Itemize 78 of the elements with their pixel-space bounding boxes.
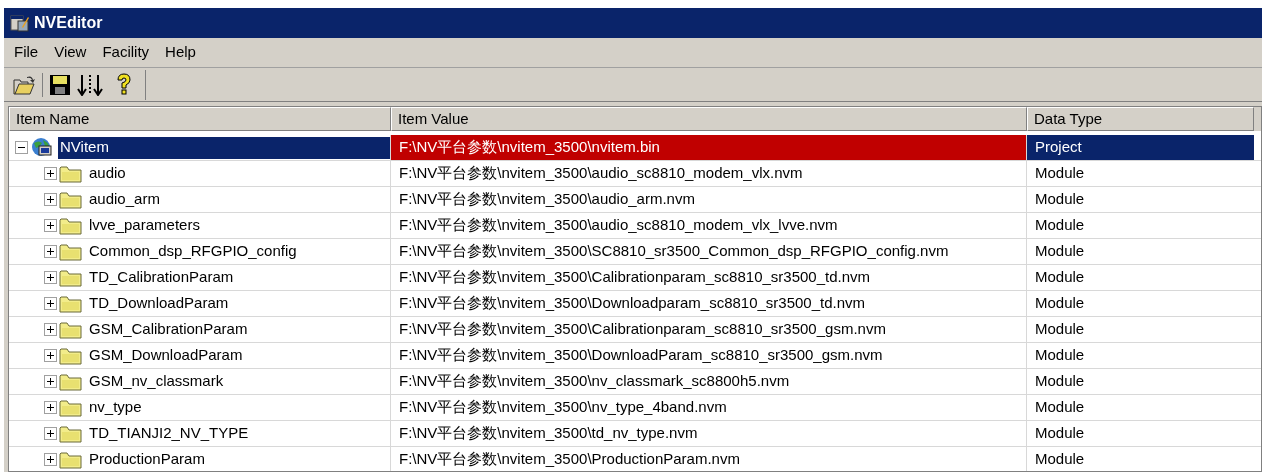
window-title: NVEditor: [34, 13, 103, 33]
menu-item[interactable]: View: [48, 41, 93, 64]
table-cell-text: Module: [1034, 423, 1086, 444]
table-cell: F:\NV平台参数\nvitem_3500\td_nv_type.nvm: [391, 421, 1027, 446]
table-cell: Project: [1027, 135, 1254, 160]
expand-toggle[interactable]: [44, 349, 57, 362]
table-cell: F:\NV平台参数\nvitem_3500\nv_classmark_sc8800h5.nvm: [391, 369, 1027, 394]
help-icon[interactable]: [115, 72, 133, 97]
expand-toggle[interactable]: [44, 401, 57, 414]
app-icon: [10, 14, 30, 32]
tree-item[interactable]: TD_TIANJI2_NV_TYPE: [87, 422, 251, 445]
table-cell-text: Module: [1034, 345, 1086, 366]
folder-icon: [59, 268, 83, 287]
table-cell-text: Module: [1034, 189, 1086, 210]
menu-item[interactable]: Help: [159, 41, 202, 64]
tree-item[interactable]: audio_arm: [87, 188, 162, 211]
expand-toggle[interactable]: [44, 245, 57, 258]
table-cell-text: Module: [1034, 371, 1086, 392]
table-cell: F:\NV平台参数\nvitem_3500\nv_type_4band.nvm: [391, 395, 1027, 420]
save-icon[interactable]: [49, 73, 71, 96]
table-cell: F:\NV平台参数\nvitem_3500\nvitem.bin: [391, 135, 1027, 160]
column-header[interactable]: Data Type: [1027, 107, 1254, 131]
globe-computer-icon: [30, 136, 54, 159]
table-cell: F:\NV平台参数\nvitem_3500\SC8810_sr3500_Common_dsp_RFGPIO_config.nvm: [391, 239, 1027, 264]
menu-item[interactable]: Facility: [96, 41, 156, 64]
table-cell-text: Module: [1034, 215, 1086, 236]
expand-toggle[interactable]: [44, 375, 57, 388]
expand-toggle[interactable]: [44, 219, 57, 232]
expand-toggle[interactable]: [44, 427, 57, 440]
column-header[interactable]: Item Name: [9, 107, 391, 131]
folder-icon: [59, 424, 83, 443]
table-cell-text: Module: [1034, 267, 1086, 288]
folder-icon: [59, 320, 83, 339]
folder-icon: [59, 398, 83, 417]
table-cell-text: Module: [1034, 163, 1086, 184]
table-cell-text: Module: [1034, 319, 1086, 340]
table-cell: F:\NV平台参数\nvitem_3500\audio_arm.nvm: [391, 187, 1027, 212]
column-header[interactable]: Item Value: [391, 107, 1027, 131]
expand-toggle[interactable]: [44, 271, 57, 284]
folder-icon: [59, 216, 83, 235]
tree-item[interactable]: TD_CalibrationParam: [87, 266, 236, 289]
table-cell-text: Module: [1034, 449, 1086, 470]
expand-toggle[interactable]: [44, 453, 57, 466]
table-cell-text: Module: [1034, 241, 1086, 262]
table-cell: F:\NV平台参数\nvitem_3500\ProductionParam.nvm: [391, 447, 1027, 471]
expand-toggle[interactable]: [44, 323, 57, 336]
table-cell: F:\NV平台参数\nvitem_3500\Downloadparam_sc8810_sr3500_td.nvm: [391, 291, 1027, 316]
expand-toggle[interactable]: [44, 193, 57, 206]
tree-item[interactable]: audio: [87, 162, 128, 185]
expand-toggle[interactable]: [44, 167, 57, 180]
table-cell: F:\NV平台参数\nvitem_3500\DownloadParam_sc8810_sr3500_gsm.nvm: [391, 343, 1027, 368]
table-cell: F:\NV平台参数\nvitem_3500\audio_sc8810_modem_vlx.nvm: [391, 161, 1027, 186]
folder-icon: [59, 190, 83, 209]
sort-icon[interactable]: [77, 73, 103, 96]
tree-item[interactable]: GSM_CalibrationParam: [87, 318, 250, 341]
folder-icon: [59, 372, 83, 391]
tree-item[interactable]: ProductionParam: [87, 448, 207, 471]
folder-icon: [59, 164, 83, 183]
open-folder-icon[interactable]: [12, 73, 36, 96]
folder-icon: [59, 450, 83, 469]
tree-item[interactable]: nv_type: [87, 396, 144, 419]
tree-item[interactable]: Common_dsp_RFGPIO_config: [87, 240, 299, 263]
collapse-toggle[interactable]: [15, 141, 28, 154]
folder-icon: [59, 346, 83, 365]
folder-icon: [59, 294, 83, 313]
menu-item[interactable]: File: [8, 41, 45, 64]
tree-item[interactable]: TD_DownloadParam: [87, 292, 231, 315]
tree-item[interactable]: GSM_nv_classmark: [87, 370, 226, 393]
folder-icon: [59, 242, 83, 261]
table-cell-text: Module: [1034, 293, 1086, 314]
expand-toggle[interactable]: [44, 297, 57, 310]
table-cell-text: Module: [1034, 397, 1086, 418]
table-cell: F:\NV平台参数\nvitem_3500\audio_sc8810_modem_vlx_lvve.nvm: [391, 213, 1027, 238]
table-cell: F:\NV平台参数\nvitem_3500\Calibrationparam_sc8810_sr3500_gsm.nvm: [391, 317, 1027, 342]
tree-item[interactable]: lvve_parameters: [87, 214, 202, 237]
table-cell: F:\NV平台参数\nvitem_3500\Calibrationparam_sc8810_sr3500_td.nvm: [391, 265, 1027, 290]
tree-item[interactable]: GSM_DownloadParam: [87, 344, 245, 367]
tree-item[interactable]: NVitem: [58, 136, 390, 159]
